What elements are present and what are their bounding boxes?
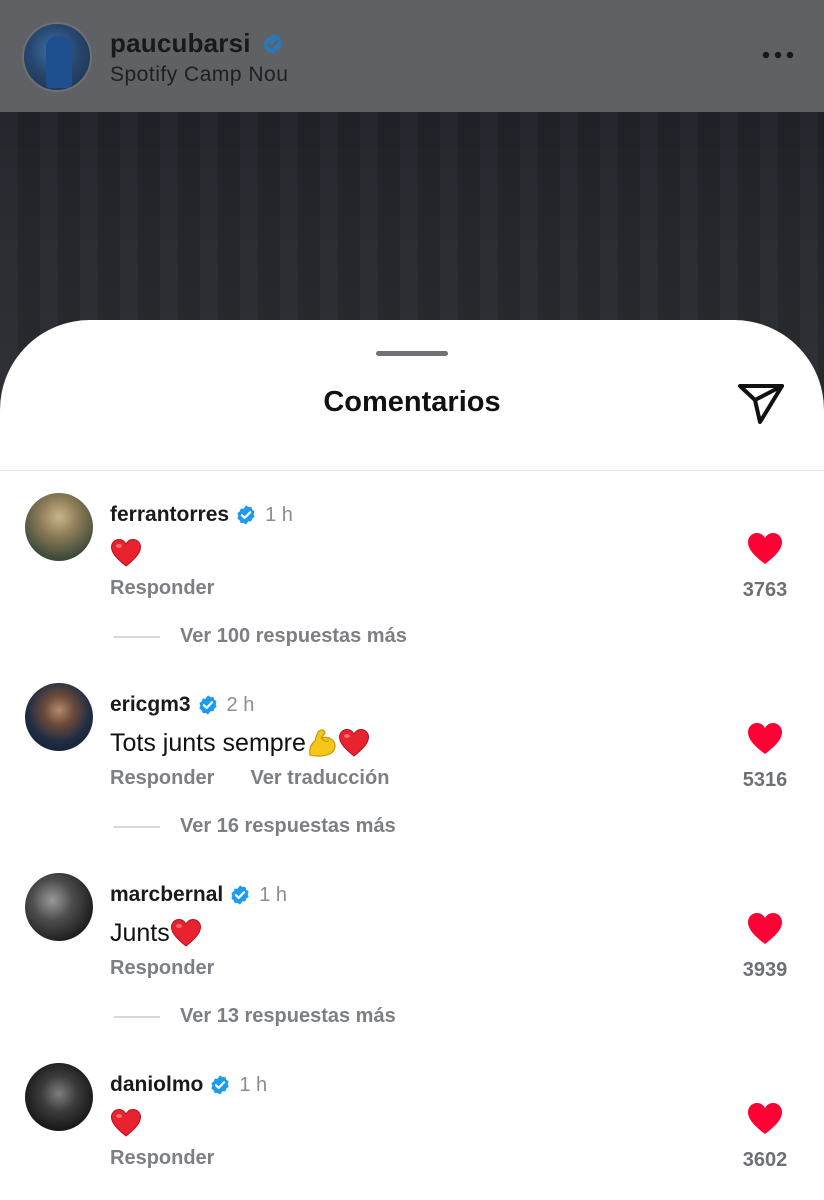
commenter-username[interactable]: daniolmo — [110, 1073, 203, 1097]
replies-line — [114, 635, 160, 638]
comment-text: Tots junts sempre — [110, 726, 370, 760]
comment-actions: Responder — [110, 1147, 250, 1170]
comment-text-content: Tots junts sempre — [110, 728, 306, 757]
post-header: paucubarsi Spotify Camp Nou — [0, 0, 824, 112]
commenter-avatar[interactable] — [25, 873, 93, 941]
reply-button[interactable]: Responder — [110, 1147, 214, 1170]
like-count: 5316 — [742, 769, 788, 791]
commenter-username[interactable]: marcbernal — [110, 883, 223, 907]
comment-actions: Responder Ver traducción — [110, 767, 425, 790]
like-heart-icon[interactable] — [746, 721, 784, 757]
comment-timestamp: 1 h — [259, 883, 288, 906]
comments-sheet: Comentarios ferrantorres 1 h Responder V… — [0, 320, 824, 1200]
comment-header: ferrantorres 1 h — [110, 501, 293, 529]
comment-item: ericgm3 2 h Tots junts sempre Responder … — [0, 683, 824, 873]
red-heart-emoji-icon — [110, 538, 142, 567]
commenter-avatar[interactable] — [25, 493, 93, 561]
verified-badge-icon — [198, 695, 217, 715]
like-heart-icon[interactable] — [746, 531, 784, 567]
comment-item: ferrantorres 1 h Responder Ver 100 respu… — [0, 493, 824, 683]
commenter-avatar[interactable] — [25, 1063, 93, 1131]
comment-timestamp: 1 h — [265, 503, 293, 526]
like-count: 3602 — [742, 1149, 788, 1171]
comment-timestamp: 1 h — [239, 1073, 268, 1096]
post-location[interactable]: Spotify Camp Nou — [110, 63, 288, 87]
like-count: 3763 — [742, 579, 788, 601]
view-replies-label: Ver 100 respuestas más — [180, 625, 407, 647]
view-replies-label: Ver 16 respuestas más — [180, 815, 396, 837]
post-author-avatar[interactable] — [22, 22, 92, 92]
comment-text — [110, 536, 142, 570]
red-heart-emoji-icon — [110, 1108, 142, 1137]
sheet-title: Comentarios — [323, 386, 501, 418]
verified-badge-icon — [211, 1075, 229, 1095]
like-heart-icon[interactable] — [746, 911, 784, 947]
flexed-biceps-emoji-icon — [309, 729, 336, 757]
more-options-icon[interactable] — [758, 40, 798, 70]
post-username[interactable]: paucubarsi — [110, 28, 251, 59]
comment-text-content: Junts — [110, 918, 170, 947]
verified-badge-icon — [231, 885, 249, 905]
like-heart-icon[interactable] — [746, 1101, 784, 1137]
view-replies-label: Ver 13 respuestas más — [180, 1005, 396, 1027]
instagram-comments-screen: paucubarsi Spotify Camp Nou Comentarios … — [0, 0, 824, 1200]
commenter-username[interactable]: ferrantorres — [110, 503, 229, 527]
comment-actions: Responder — [110, 957, 250, 980]
verified-badge-icon — [237, 505, 255, 525]
reply-button[interactable]: Responder — [110, 957, 214, 980]
verified-badge-icon — [263, 33, 283, 54]
share-send-icon[interactable] — [734, 378, 788, 428]
comment-actions: Responder — [110, 577, 250, 600]
commenter-avatar[interactable] — [25, 683, 93, 751]
view-replies[interactable]: Ver 100 respuestas más — [114, 625, 407, 648]
comment-item: daniolmo 1 h Responder 3602 — [0, 1063, 824, 1200]
reply-button[interactable]: Responder — [110, 577, 214, 600]
comment-timestamp: 2 h — [226, 693, 255, 716]
view-replies[interactable]: Ver 16 respuestas más — [114, 815, 396, 838]
header-divider — [0, 470, 824, 471]
see-translation-button[interactable]: Ver traducción — [250, 767, 389, 790]
reply-button[interactable]: Responder — [110, 767, 214, 790]
sheet-drag-handle[interactable] — [376, 351, 448, 356]
replies-line — [114, 1015, 160, 1018]
comment-item: marcbernal 1 h Junts Responder Ver 13 re… — [0, 873, 824, 1063]
commenter-username[interactable]: ericgm3 — [110, 693, 191, 717]
like-count: 3939 — [742, 959, 788, 981]
comment-header: marcbernal 1 h — [110, 881, 287, 909]
red-heart-emoji-icon — [170, 918, 201, 947]
post-author: paucubarsi — [110, 28, 285, 59]
red-heart-emoji-icon — [338, 728, 369, 757]
view-replies[interactable]: Ver 13 respuestas más — [114, 1005, 396, 1028]
comment-text: Junts — [110, 916, 202, 950]
comment-text — [110, 1106, 142, 1140]
comment-header: ericgm3 2 h — [110, 691, 254, 719]
replies-line — [114, 825, 160, 828]
comment-header: daniolmo 1 h — [110, 1071, 267, 1099]
avatar-figure — [46, 36, 72, 88]
